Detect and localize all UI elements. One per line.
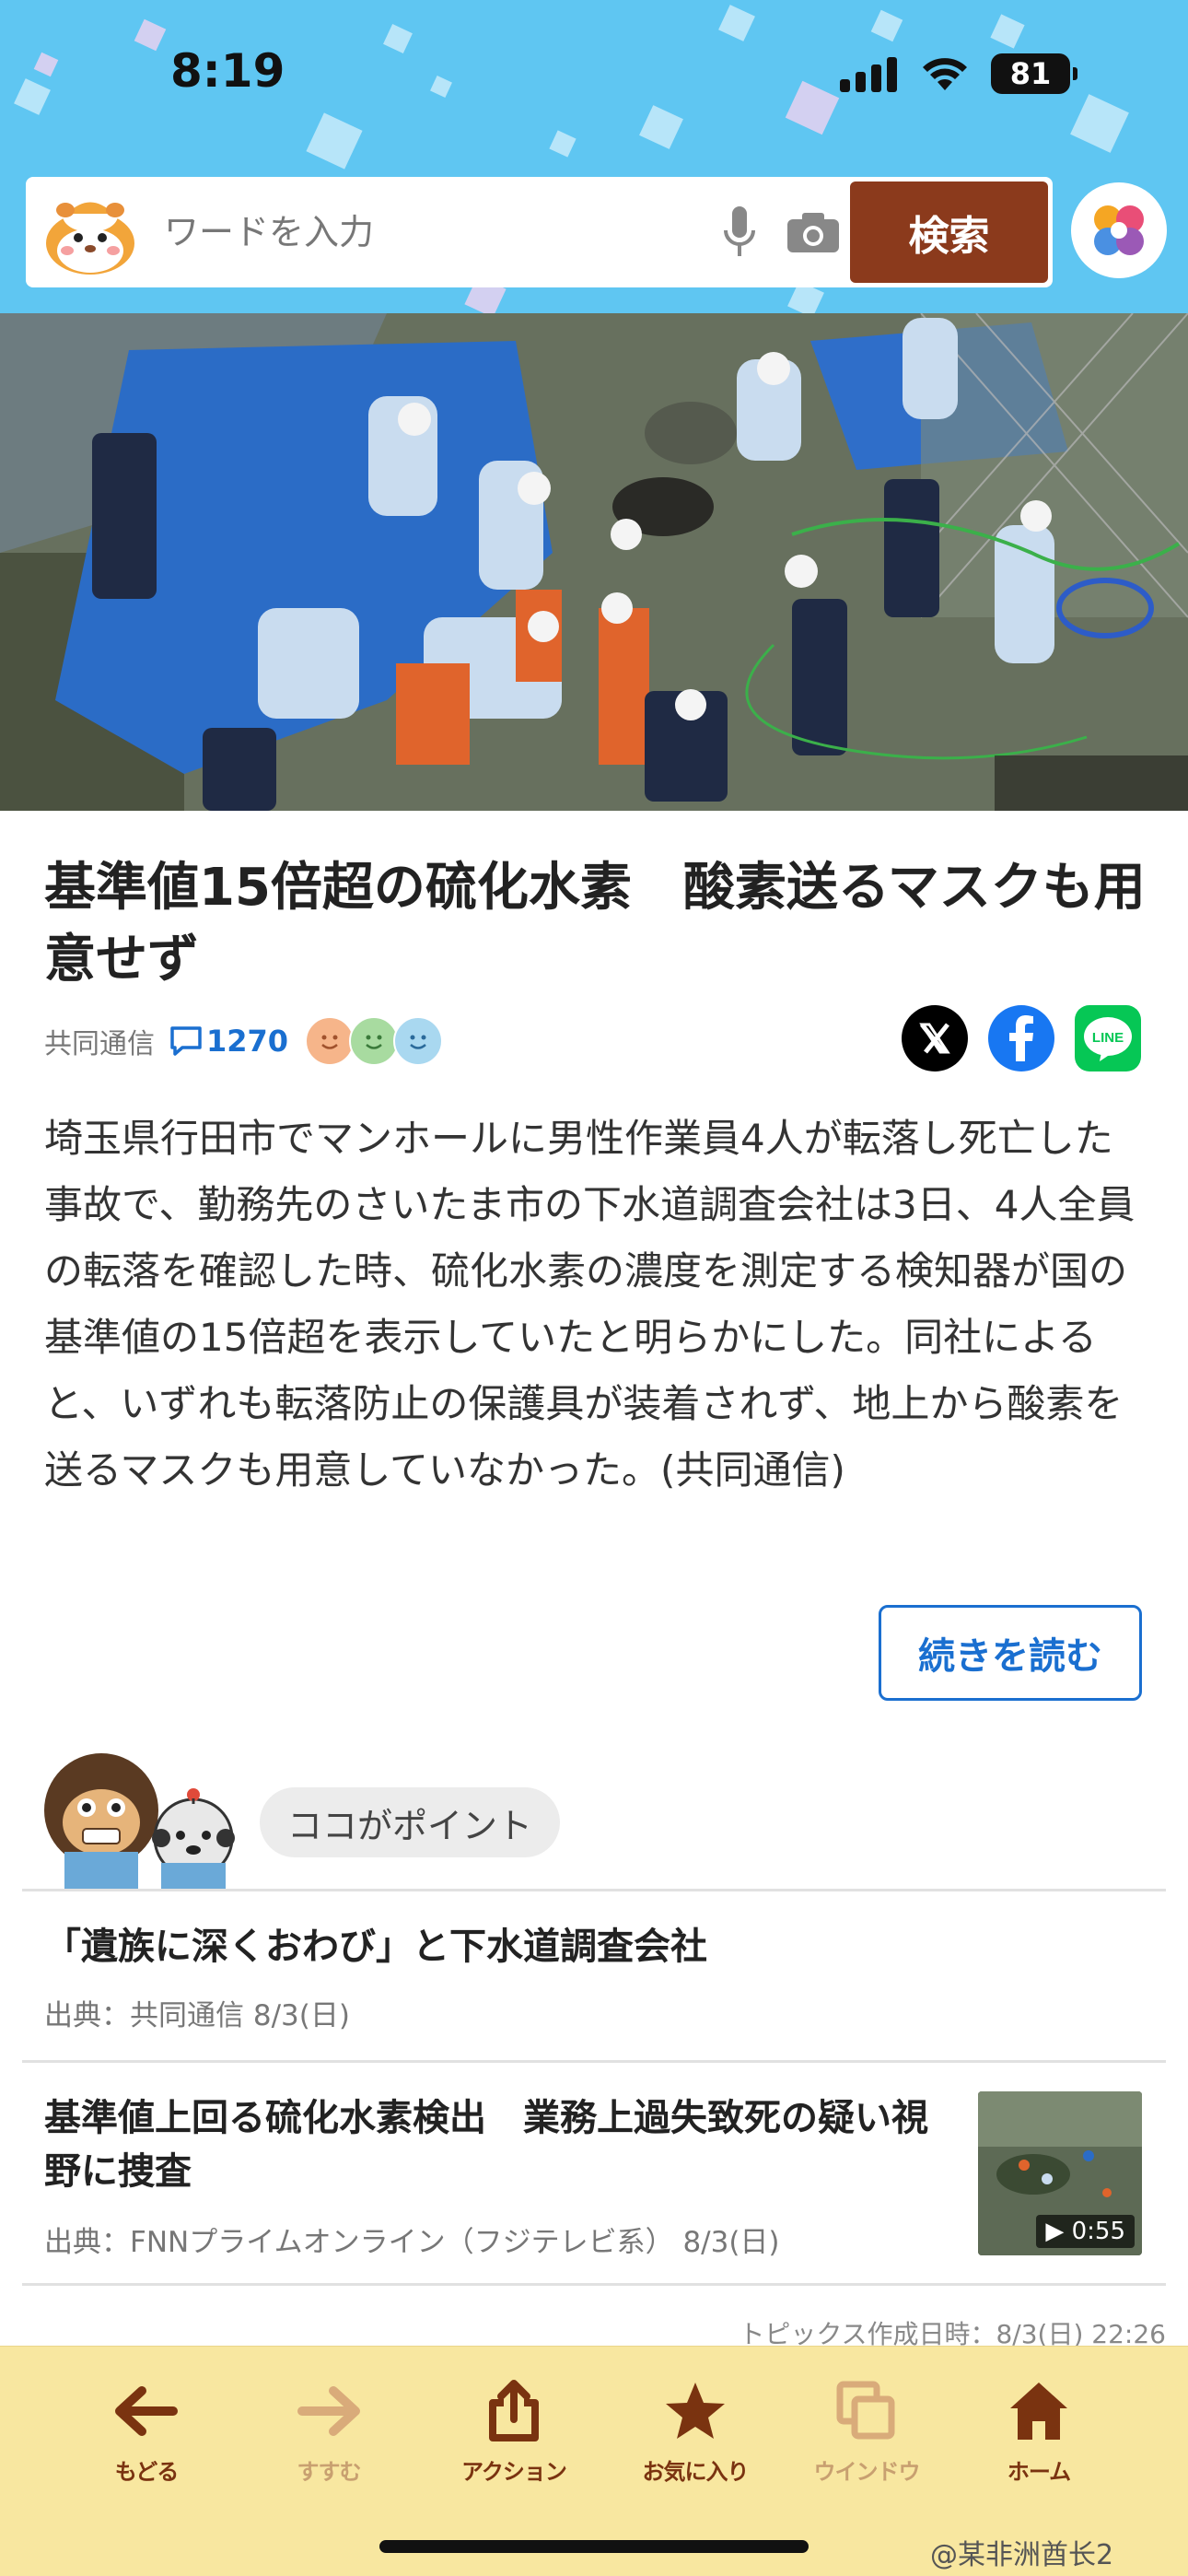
related-title[interactable]: 基準値上回る硫化水素検出 業務上過失致死の疑い視野に捜査 [44, 2091, 956, 2198]
article-title: 基準値15倍超の硫化水素 酸素送るマスクも用意せず [44, 858, 1146, 989]
x-icon[interactable] [901, 1004, 969, 1072]
camera-icon[interactable] [776, 177, 850, 287]
line-logo-text: LINE [1092, 1030, 1124, 1046]
windows-icon [830, 2374, 903, 2448]
battery-icon: 81 [991, 53, 1077, 94]
window-label: ウインドウ [813, 2459, 921, 2485]
cellular-signal-icon [840, 55, 897, 92]
share-action-icon [477, 2374, 551, 2448]
search-bar: 検索 [26, 177, 1053, 287]
reaction-faces[interactable] [305, 1016, 444, 1066]
status-time: 8:19 [170, 44, 285, 98]
wifi-icon [923, 58, 967, 90]
search-button[interactable]: 検索 [850, 181, 1048, 283]
action-label: アクション [461, 2459, 567, 2485]
home-label: ホーム [1007, 2459, 1071, 2485]
related-source: 出典：FNNプライムオンライン（フジテレビ系） 8/3(日) [44, 2226, 780, 2259]
confetti-decoration [430, 76, 452, 98]
mascot-logo-icon[interactable] [26, 177, 155, 287]
forward-button[interactable]: すすむ [255, 2374, 402, 2486]
point-characters-illustration [37, 1751, 249, 1889]
confetti-decoration [990, 14, 1025, 49]
video-thumbnail[interactable]: ▶ 0:55 [978, 2091, 1142, 2255]
smile-face-icon [305, 1016, 355, 1066]
article-source[interactable]: 共同通信 [44, 1021, 155, 1061]
window-button[interactable]: ウインドウ [793, 2374, 940, 2486]
confetti-decoration [306, 112, 363, 170]
article-body: 埼玉県行田市でマンホールに男性作業員4人が転落し死亡した事故で、勤務先のさいたま… [44, 1116, 1136, 1493]
favorite-label: お気に入り [642, 2459, 750, 2485]
related-title[interactable]: 「遺族に深くおわび」と下水道調査会社 [44, 1920, 707, 1973]
arrow-right-icon [292, 2374, 366, 2448]
article-meta: 共同通信 1270 [44, 1013, 444, 1069]
search-input[interactable] [155, 177, 703, 287]
share-icons: LINE [901, 1004, 1142, 1072]
confetti-decoration [870, 9, 903, 42]
favorite-button[interactable]: お気に入り [622, 2374, 769, 2486]
confetti-decoration [14, 78, 51, 115]
article-hero-image[interactable] [0, 313, 1188, 811]
divider [22, 2283, 1166, 2286]
confetti-decoration [33, 52, 59, 77]
confetti-decoration [785, 80, 840, 135]
arrow-left-icon [110, 2374, 183, 2448]
smile-face-icon [349, 1016, 400, 1066]
microphone-icon[interactable] [703, 177, 776, 287]
back-button[interactable]: もどる [73, 2374, 220, 2486]
comment-count[interactable]: 1270 [206, 1024, 288, 1059]
confetti-decoration [718, 5, 755, 41]
status-icons: 81 [840, 53, 1077, 94]
header: 8:19 81 ワードを入力 検索 [0, 0, 1188, 313]
star-icon [658, 2374, 732, 2448]
read-more-button[interactable]: 続きを読む [879, 1605, 1142, 1701]
back-label: もどる [114, 2459, 180, 2485]
ai-assistant-icon [1094, 205, 1144, 255]
facebook-icon[interactable] [987, 1004, 1055, 1072]
confetti-decoration [1070, 94, 1129, 153]
home-indicator[interactable] [379, 2540, 809, 2553]
related-source: 出典：共同通信 8/3(日) [44, 1999, 350, 2032]
confetti-decoration [134, 18, 167, 52]
confetti-decoration [383, 24, 413, 53]
point-label: ココがポイント [260, 1787, 561, 1857]
watermark: @某非洲酋长2 [930, 2539, 1114, 2571]
home-icon [1002, 2374, 1076, 2448]
ai-assistant-button[interactable] [1071, 182, 1167, 278]
divider [22, 1889, 1166, 1891]
confetti-decoration [549, 130, 577, 158]
smile-face-icon [393, 1016, 444, 1066]
comment-icon[interactable] [169, 1025, 203, 1057]
line-icon[interactable]: LINE [1074, 1004, 1142, 1072]
action-button[interactable]: アクション [440, 2374, 588, 2486]
confetti-decoration [639, 105, 683, 149]
video-duration: ▶ 0:55 [1036, 2215, 1135, 2248]
home-button[interactable]: ホーム [965, 2374, 1112, 2486]
divider [22, 2060, 1166, 2063]
forward-label: すすむ [297, 2459, 362, 2485]
